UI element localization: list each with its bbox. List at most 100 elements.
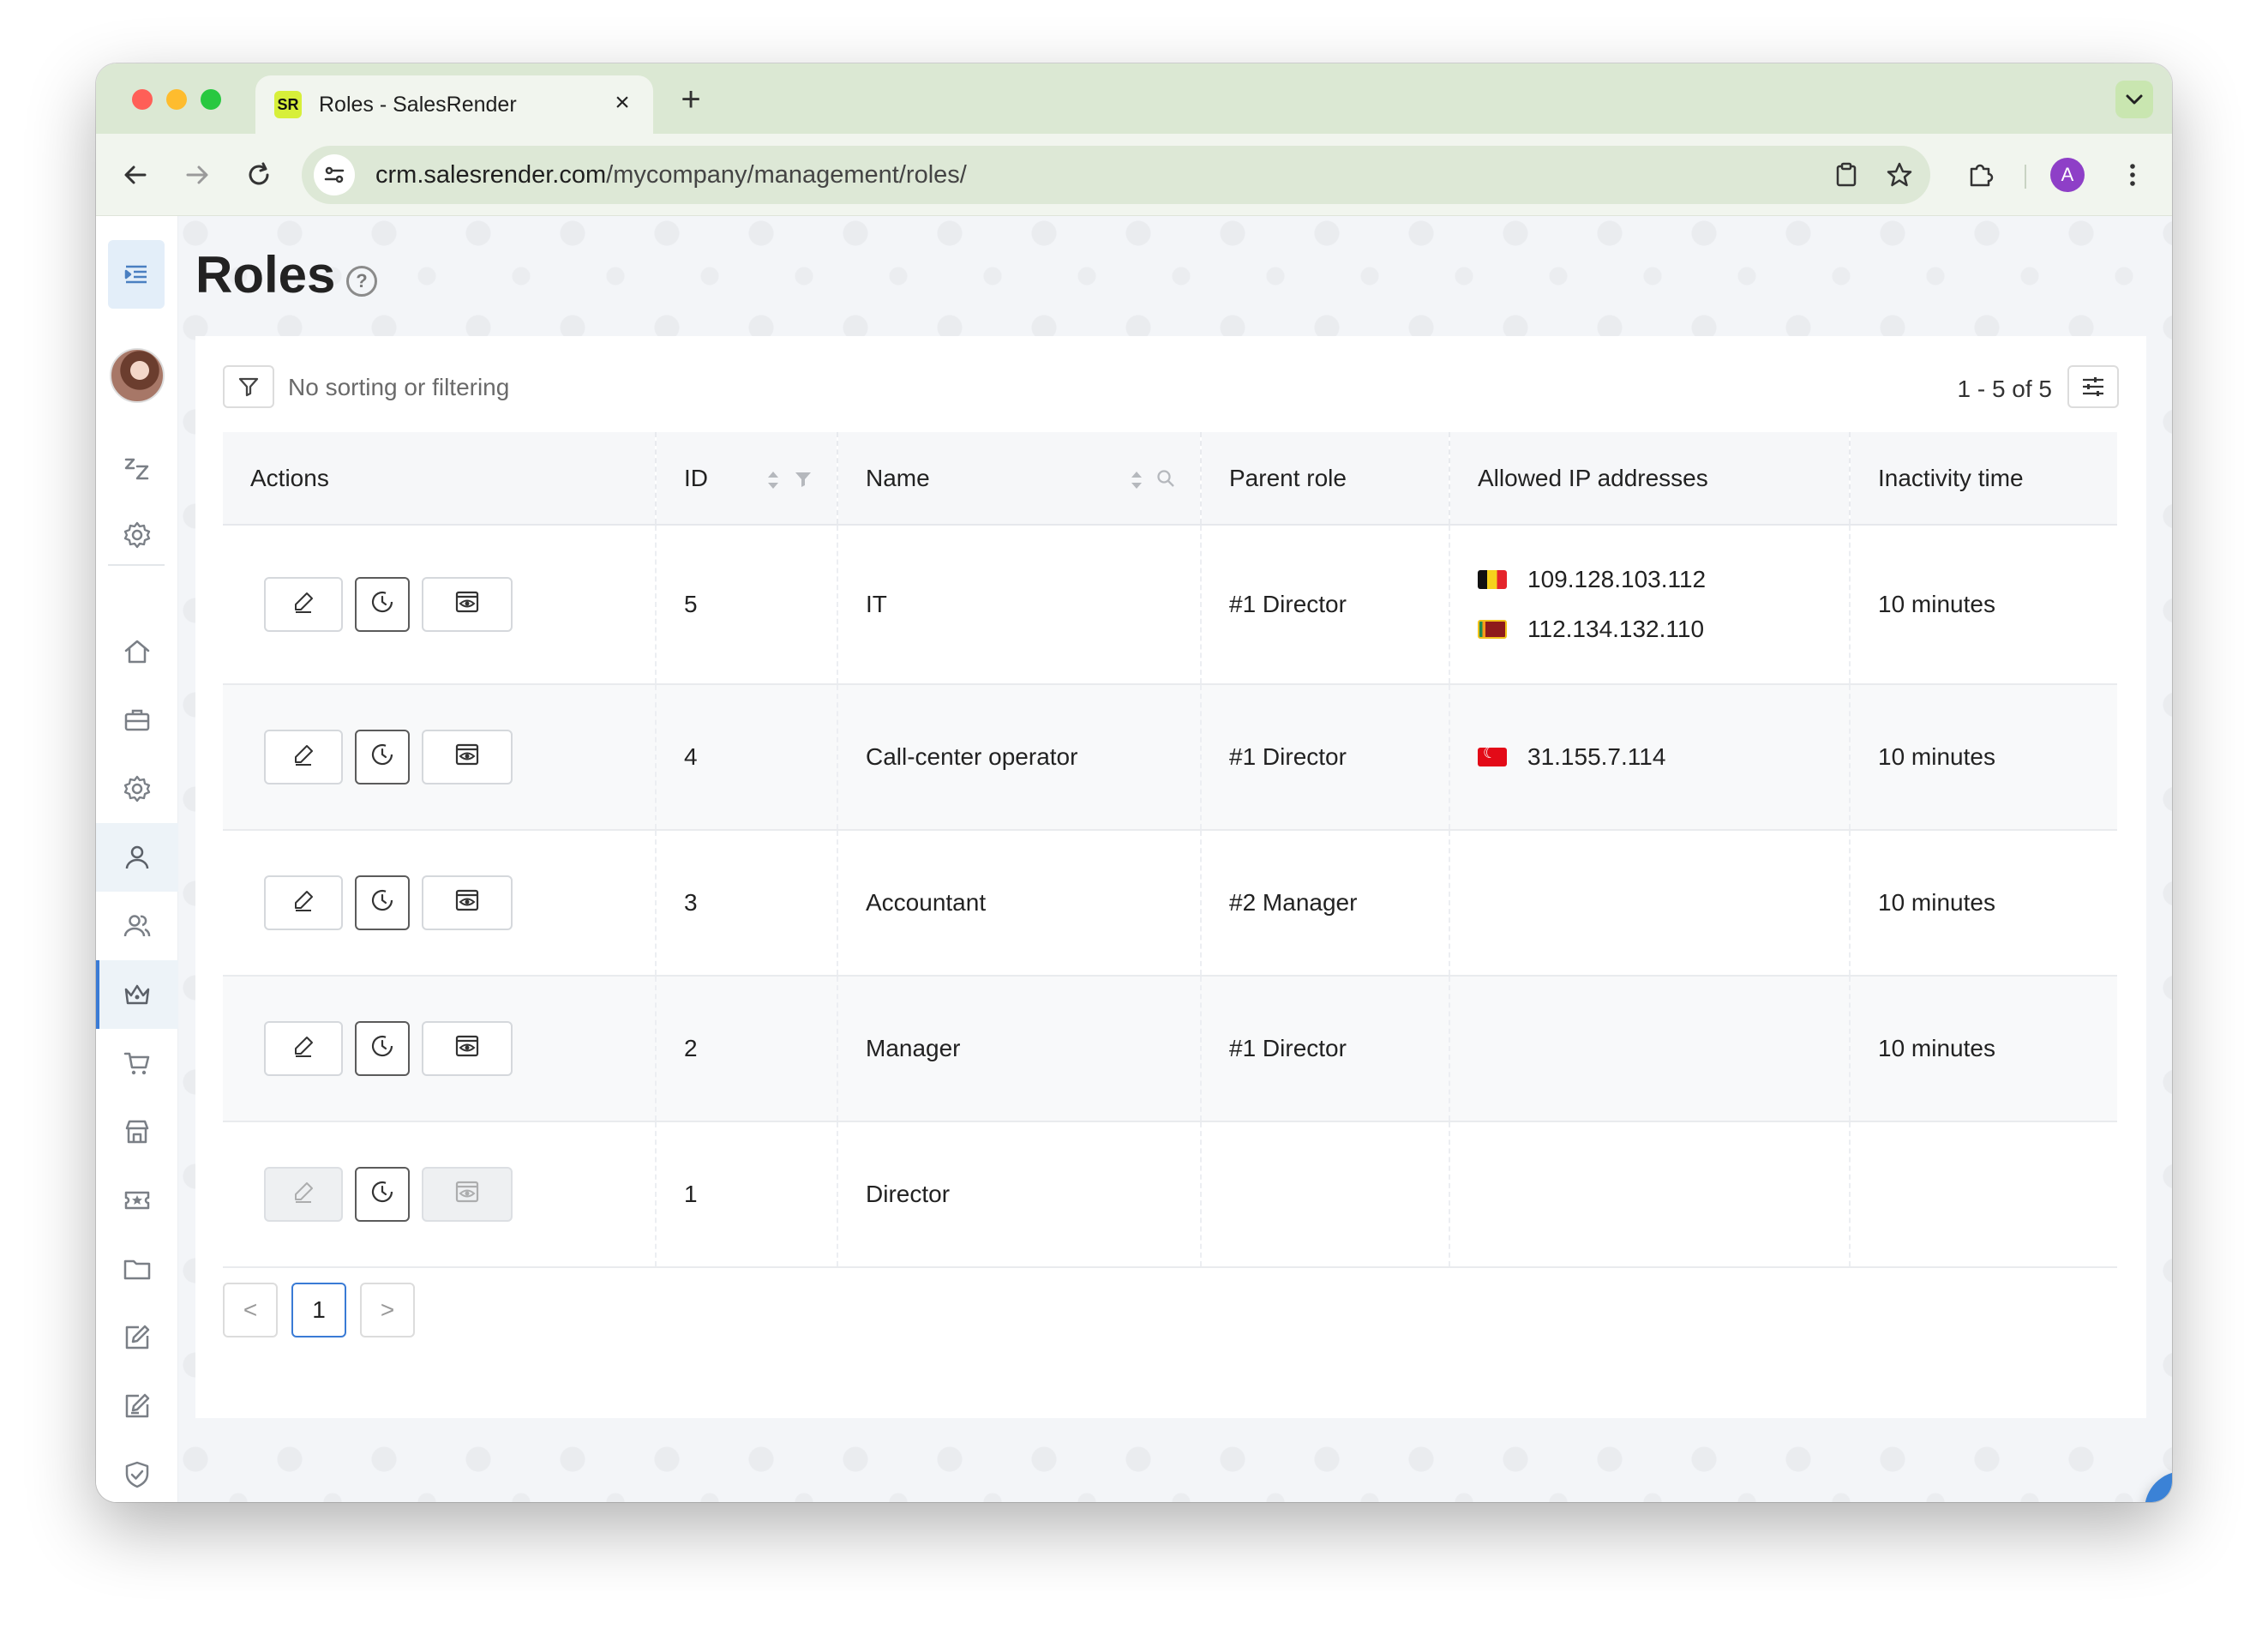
menu-toggle-button[interactable] — [108, 240, 165, 309]
help-icon[interactable]: ? — [346, 266, 377, 297]
toolbar-separator — [2025, 165, 2026, 189]
history-button[interactable] — [355, 1167, 410, 1222]
settings-icon[interactable] — [96, 501, 178, 569]
history-button[interactable] — [355, 875, 410, 930]
history-icon — [369, 1179, 395, 1211]
id-cell: 2 — [656, 976, 838, 1122]
view-icon — [453, 1032, 481, 1066]
allowed-ips-cell — [1449, 976, 1851, 1122]
history-button[interactable] — [355, 730, 410, 784]
next-page-button[interactable]: > — [360, 1283, 415, 1337]
edit-icon — [291, 742, 316, 773]
edit-button[interactable] — [264, 577, 343, 632]
ip-address: 31.155.7.114 — [1527, 743, 1666, 770]
name-cell: IT — [837, 525, 1202, 685]
paging-info: 1 - 5 of 5 — [1957, 376, 2052, 402]
id-cell: 3 — [656, 830, 838, 977]
edit-button[interactable] — [264, 1167, 343, 1222]
arrow-right-icon — [186, 165, 208, 184]
user-icon[interactable] — [96, 823, 178, 892]
page-1-button[interactable]: 1 — [291, 1283, 346, 1337]
column-header-id[interactable]: ID — [656, 432, 838, 526]
parent-role-cell: #2 Manager — [1201, 830, 1450, 977]
search-icon[interactable] — [1155, 468, 1176, 489]
main-area: Roles ? No sorting or filtering 1 - 5 of… — [178, 216, 2172, 1502]
edit-icon — [291, 1033, 316, 1065]
tab-search-button[interactable] — [2115, 81, 2153, 118]
briefcase-icon[interactable] — [96, 686, 178, 754]
edit-check-icon[interactable] — [96, 1372, 178, 1440]
view-button[interactable] — [422, 1021, 513, 1076]
view-button[interactable] — [422, 1167, 513, 1222]
arrow-left-icon — [124, 165, 147, 184]
column-settings-button[interactable] — [2067, 365, 2119, 408]
history-button[interactable] — [355, 1021, 410, 1076]
shield-check-icon[interactable] — [96, 1440, 178, 1502]
sort-icon[interactable] — [765, 470, 782, 490]
history-icon — [369, 589, 395, 621]
history-icon — [369, 1033, 395, 1065]
bookmark-star-icon[interactable] — [1881, 156, 1918, 194]
browser-toolbar: crm.salesrender.com/mycompany/management… — [96, 134, 2172, 216]
user-avatar[interactable] — [110, 348, 165, 403]
edit-icon — [291, 887, 316, 919]
forward-button[interactable] — [175, 153, 219, 197]
filter-button[interactable] — [223, 365, 274, 408]
folder-icon[interactable] — [96, 1235, 178, 1303]
url-domain: crm.salesrender.com — [375, 161, 607, 189]
cart-icon[interactable] — [96, 1029, 178, 1097]
users-icon[interactable] — [96, 892, 178, 960]
close-window-button[interactable] — [132, 89, 153, 110]
profile-avatar[interactable]: A — [2050, 158, 2085, 192]
prev-page-button[interactable]: < — [223, 1283, 278, 1337]
browser-window: SR Roles - SalesRender × + crm.salesrend… — [96, 63, 2172, 1502]
new-tab-button[interactable]: + — [672, 81, 710, 118]
add-role-button[interactable] — [2145, 1471, 2172, 1502]
puzzle-icon — [1970, 164, 1994, 187]
store-icon[interactable] — [96, 1097, 178, 1166]
table-row: 5 IT #1 Director 109.128.103.112 112.134.132… — [223, 525, 2117, 685]
belgium-flag-icon — [1478, 570, 1507, 589]
ticket-icon[interactable] — [96, 1166, 178, 1235]
column-header-name[interactable]: Name — [837, 432, 1202, 526]
view-button[interactable] — [422, 730, 513, 784]
url-text: crm.salesrender.com/mycompany/management… — [375, 161, 967, 189]
back-button[interactable] — [113, 153, 158, 197]
clipboard-icon[interactable] — [1827, 156, 1865, 194]
tab-close-icon[interactable]: × — [607, 87, 638, 118]
extensions-button[interactable] — [1958, 153, 2002, 197]
edit-button[interactable] — [264, 730, 343, 784]
sort-icon[interactable] — [1128, 470, 1145, 490]
history-button[interactable] — [355, 577, 410, 632]
crown-icon[interactable] — [96, 960, 178, 1029]
column-header-actions: Actions — [223, 432, 657, 526]
view-button[interactable] — [422, 875, 513, 930]
site-info-icon[interactable] — [314, 154, 355, 195]
plus-icon — [2164, 1491, 2172, 1502]
minimize-window-button[interactable] — [166, 89, 187, 110]
home-icon[interactable] — [96, 617, 178, 686]
edit-button[interactable] — [264, 1021, 343, 1076]
view-button[interactable] — [422, 577, 513, 632]
maximize-window-button[interactable] — [201, 89, 221, 110]
column-filter-icon[interactable] — [794, 470, 813, 489]
table-row: 2 Manager #1 Director 10 minutes — [223, 976, 2117, 1122]
table-row: 4Call-center operator#1 Director 31.155.7… — [223, 684, 2117, 831]
column-header-inactivity: Inactivity time — [1850, 432, 2117, 526]
sleep-icon[interactable] — [96, 434, 178, 502]
browser-tab[interactable]: SR Roles - SalesRender × — [255, 75, 653, 134]
edit-icon — [291, 1179, 316, 1211]
edit-icon[interactable] — [96, 1303, 178, 1372]
inactivity-cell: 10 minutes — [1850, 684, 2117, 831]
parent-role-cell — [1201, 1121, 1450, 1268]
column-header-id-label: ID — [684, 464, 708, 491]
reload-button[interactable] — [237, 153, 281, 197]
name-cell: Call-center operator — [837, 684, 1202, 831]
address-bar[interactable]: crm.salesrender.com/mycompany/management… — [302, 146, 1930, 204]
turkey-flag-icon — [1478, 744, 1507, 766]
edit-button[interactable] — [264, 875, 343, 930]
gear-icon[interactable] — [96, 754, 178, 823]
browser-menu-button[interactable] — [2110, 153, 2155, 197]
ip-address: 109.128.103.112 — [1527, 566, 1707, 592]
app-content: Roles ? No sorting or filtering 1 - 5 of… — [96, 216, 2172, 1502]
